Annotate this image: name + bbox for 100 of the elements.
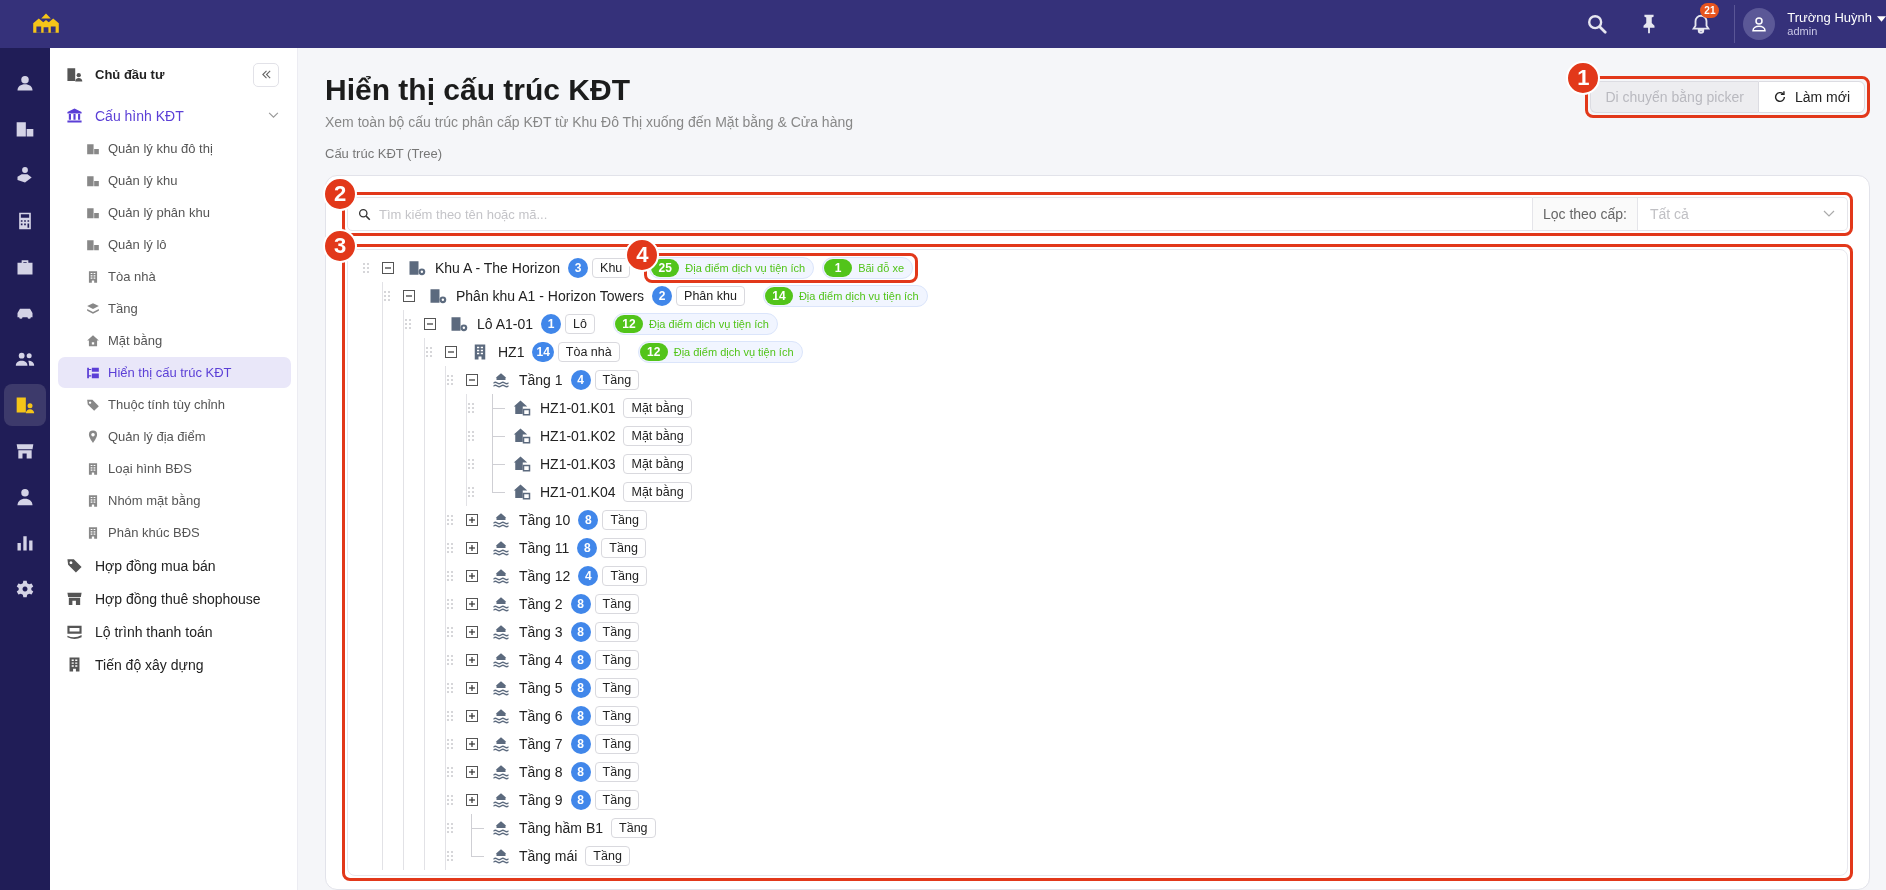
- node-name[interactable]: Phân khu A1 - Horizon Towers: [456, 288, 645, 304]
- expand-toggle[interactable]: [466, 794, 478, 806]
- collapse-toggle[interactable]: [424, 318, 436, 330]
- sidebar-item[interactable]: Cấu hình KĐT: [50, 99, 291, 132]
- node-name[interactable]: Tầng 12: [519, 568, 571, 584]
- collapse-toggle[interactable]: [466, 374, 478, 386]
- logo-icon[interactable]: [30, 12, 62, 36]
- node-name[interactable]: Tầng 11: [519, 540, 570, 556]
- expand-toggle[interactable]: [466, 570, 478, 582]
- bell-icon[interactable]: [1690, 13, 1713, 35]
- search-input[interactable]: Tìm kiếm theo tên hoặc mã...: [377, 205, 1532, 223]
- type-tag: Tầng: [611, 818, 656, 838]
- node-name[interactable]: Tầng hầm B1: [519, 820, 604, 836]
- sidebar-subitem[interactable]: Quản lý địa điểm: [58, 421, 291, 452]
- collapse-toggle[interactable]: [445, 346, 457, 358]
- sidebar-item[interactable]: Tiến độ xây dựng: [50, 648, 291, 681]
- drag-handle-icon[interactable]: [446, 794, 454, 806]
- drag-handle-icon[interactable]: [467, 402, 475, 414]
- type-tag: Tầng: [594, 762, 640, 782]
- drag-handle-icon[interactable]: [467, 430, 475, 442]
- sidebar-subitem[interactable]: Quản lý khu: [58, 165, 291, 196]
- node-name[interactable]: Lô A1-01: [477, 316, 534, 332]
- sidebar-subitem[interactable]: Mặt bằng: [58, 325, 291, 356]
- sidebar-item[interactable]: Lộ trình thanh toán: [50, 615, 291, 648]
- expand-toggle[interactable]: [466, 710, 478, 722]
- node-name[interactable]: HZ1-01.K02: [540, 428, 616, 444]
- node-name[interactable]: Tầng 7: [519, 736, 563, 752]
- node-name[interactable]: Tầng 1: [519, 372, 563, 388]
- sidebar-item[interactable]: Hợp đồng thuê shophouse: [50, 582, 291, 615]
- node-name[interactable]: Tầng 10: [519, 512, 571, 528]
- type-tag: Tầng: [602, 510, 647, 530]
- node-name[interactable]: HZ1-01.K03: [540, 456, 616, 472]
- node-name[interactable]: HZ1-01.K04: [540, 484, 616, 500]
- drag-handle-icon[interactable]: [446, 710, 454, 722]
- sidebar-subitem[interactable]: Quản lý phân khu: [58, 197, 291, 228]
- drag-handle-icon[interactable]: [425, 346, 433, 358]
- sidebar-subitem[interactable]: Thuộc tính tùy chỉnh: [58, 389, 291, 420]
- sidebar-subitem[interactable]: Tầng: [58, 293, 291, 324]
- drag-handle-icon[interactable]: [446, 682, 454, 694]
- expand-toggle[interactable]: [466, 766, 478, 778]
- collapse-toggle[interactable]: [403, 290, 415, 302]
- caret-icon[interactable]: [1877, 16, 1886, 22]
- sidebar-item[interactable]: Hợp đồng mua bán: [50, 549, 291, 582]
- node-name[interactable]: HZ1-01.K01: [540, 400, 616, 416]
- drag-handle-icon[interactable]: [446, 822, 454, 834]
- expand-toggle[interactable]: [466, 654, 478, 666]
- drag-handle-icon[interactable]: [467, 458, 475, 470]
- node-name[interactable]: Tầng 2: [519, 596, 563, 612]
- node-name[interactable]: Tầng mái: [519, 848, 578, 864]
- rail-button[interactable]: [4, 384, 46, 426]
- node-name[interactable]: Tầng 5: [519, 680, 563, 696]
- floor-waves-icon: [492, 651, 510, 669]
- node-name[interactable]: Khu A - The Horizon: [435, 260, 561, 276]
- type-tag: Tầng: [585, 846, 630, 866]
- collapse-toggle[interactable]: [382, 262, 394, 274]
- search-field[interactable]: Tìm kiếm theo tên hoặc mã...: [347, 197, 1533, 231]
- expand-toggle[interactable]: [466, 542, 478, 554]
- refresh-button[interactable]: Làm mới: [1757, 81, 1865, 113]
- expand-toggle[interactable]: [466, 738, 478, 750]
- sidebar-subitem[interactable]: Tòa nhà: [58, 261, 291, 292]
- drag-handle-icon[interactable]: [362, 262, 370, 274]
- expand-toggle[interactable]: [466, 514, 478, 526]
- drag-handle-icon[interactable]: [446, 514, 454, 526]
- count-badge: 4: [578, 566, 599, 586]
- search-icon[interactable]: [1586, 13, 1609, 35]
- drag-handle-icon[interactable]: [404, 318, 412, 330]
- menu-label: Nhóm mặt bằng: [108, 493, 201, 508]
- node-name[interactable]: Tầng 3: [519, 624, 563, 640]
- node-name[interactable]: Tầng 4: [519, 652, 563, 668]
- tag-label: Địa điểm dịch vụ tiện ích: [685, 262, 806, 274]
- drag-handle-icon[interactable]: [446, 374, 454, 386]
- node-name[interactable]: Tầng 9: [519, 792, 563, 808]
- node-name[interactable]: Tầng 8: [519, 764, 563, 780]
- sidebar-subitem[interactable]: Quản lý khu đô thị: [58, 133, 291, 164]
- expand-toggle[interactable]: [466, 682, 478, 694]
- expand-toggle[interactable]: [466, 626, 478, 638]
- drag-handle-icon[interactable]: [446, 766, 454, 778]
- expand-toggle[interactable]: [466, 598, 478, 610]
- drag-handle-icon[interactable]: [446, 654, 454, 666]
- drag-handle-icon[interactable]: [446, 626, 454, 638]
- type-tag: Tầng: [602, 566, 647, 586]
- node-name[interactable]: HZ1: [498, 344, 525, 360]
- sidebar-subitem[interactable]: Loại hình BĐS: [58, 453, 291, 484]
- collapse-sidebar-button[interactable]: [253, 62, 279, 87]
- sidebar-subitem[interactable]: Quản lý lô: [58, 229, 291, 260]
- drag-handle-icon[interactable]: [446, 570, 454, 582]
- tag-label: Địa điểm dịch vụ tiện ích: [798, 290, 919, 302]
- drag-handle-icon[interactable]: [467, 486, 475, 498]
- avatar[interactable]: [1743, 8, 1776, 40]
- node-name[interactable]: Tầng 6: [519, 708, 563, 724]
- drag-handle-icon[interactable]: [446, 542, 454, 554]
- drag-handle-icon[interactable]: [446, 850, 454, 862]
- count-badge: 8: [570, 706, 591, 726]
- drag-handle-icon[interactable]: [383, 290, 391, 302]
- sidebar-subitem[interactable]: Hiển thị cấu trúc KĐT: [58, 357, 291, 388]
- sidebar-item[interactable]: Chủ đầu tư: [50, 58, 291, 91]
- drag-handle-icon[interactable]: [446, 738, 454, 750]
- sidebar-subitem[interactable]: Phân khúc BĐS: [58, 517, 291, 548]
- drag-handle-icon[interactable]: [446, 598, 454, 610]
- sidebar-subitem[interactable]: Nhóm mặt bằng: [58, 485, 291, 516]
